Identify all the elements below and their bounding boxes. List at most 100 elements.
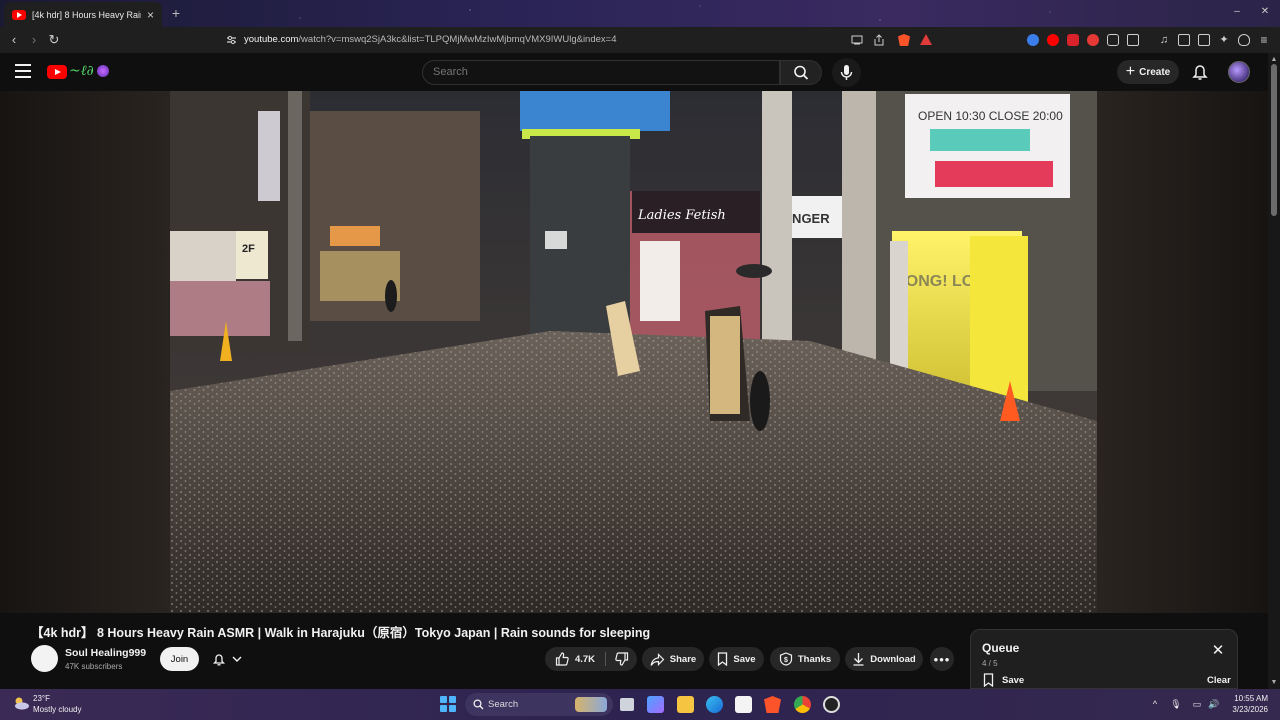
search-icon	[794, 65, 809, 80]
url-text: youtube.com/watch?v=mswq2SjA3kc&list=TLP…	[244, 34, 617, 45]
download-button[interactable]: Download	[845, 647, 923, 671]
channel-avatar[interactable]	[31, 645, 58, 672]
hours-sign-text: OPEN 10:30 CLOSE 20:00	[918, 109, 1063, 123]
youtube-logo[interactable]: ~ℓ∂	[47, 63, 109, 81]
file-explorer-icon[interactable]	[677, 696, 694, 713]
clock-date[interactable]: 3/23/2026	[1228, 705, 1268, 714]
video-frame: 2F Ladies Fetish LONGER OPEN 10:30 CLOSE…	[170, 91, 1097, 613]
account-avatar[interactable]	[1228, 61, 1250, 83]
extension-red-icon[interactable]	[1067, 34, 1079, 46]
video-title: 【4k hdr】 8 Hours Heavy Rain ASMR | Walk …	[31, 626, 651, 640]
download-icon	[853, 653, 864, 666]
edge-icon[interactable]	[706, 696, 723, 713]
brave-rewards-icon[interactable]	[920, 34, 932, 45]
queue-save-icon	[983, 673, 994, 687]
scroll-down-icon[interactable]: ▼	[1270, 679, 1278, 687]
copilot-icon[interactable]	[647, 696, 664, 713]
like-button[interactable]: 4.7K	[545, 647, 605, 671]
cast-icon[interactable]	[851, 35, 863, 45]
clock-time[interactable]: 10:55 AM	[1228, 694, 1268, 703]
screenshot-icon[interactable]	[1127, 34, 1139, 46]
save-button[interactable]: Save	[709, 647, 764, 671]
thanks-button[interactable]: $ Thanks	[770, 647, 840, 671]
windows-taskbar: 23°F Mostly cloudy Search ^ 🎙 ▭ 🔊 10:55 …	[0, 689, 1280, 720]
search-input[interactable]	[433, 66, 763, 78]
dislike-button[interactable]	[606, 647, 637, 671]
channel-name[interactable]: Soul Healing999	[65, 647, 146, 659]
address-bar[interactable]: youtube.com/watch?v=mswq2SjA3kc&list=TLP…	[194, 30, 940, 50]
wallet-icon[interactable]	[1198, 34, 1210, 46]
taskbar-search[interactable]: Search	[465, 693, 613, 716]
more-actions-button[interactable]: •••	[930, 647, 954, 671]
notifications-bell-icon[interactable]	[1190, 62, 1210, 82]
new-tab-button[interactable]: +	[168, 5, 184, 21]
youtube-favicon-icon	[12, 9, 26, 20]
youtube-header: ~ℓ∂ + Create	[0, 53, 1280, 91]
windows-start-icon[interactable]	[440, 696, 456, 712]
chrome-icon[interactable]	[794, 696, 811, 713]
tray-network-icon[interactable]: ▭	[1191, 698, 1203, 710]
search-box	[422, 60, 780, 85]
microphone-icon	[840, 65, 853, 80]
player-ambient-left	[0, 91, 170, 613]
guide-menu-icon[interactable]	[15, 64, 31, 78]
extension-translate-icon[interactable]	[1027, 34, 1039, 46]
minimize-icon[interactable]: –	[1230, 6, 1244, 20]
url-path: /watch?v=mswq2SjA3kc&list=TLPQMjMwMzIwMj…	[298, 34, 617, 45]
queue-close-icon[interactable]: ✕	[1211, 643, 1225, 658]
share-arrow-icon	[650, 652, 665, 666]
super-thanks-icon: $	[779, 652, 792, 666]
media-control-icon[interactable]: ♫	[1156, 32, 1172, 48]
microsoft-store-icon[interactable]	[735, 696, 752, 713]
leo-ai-icon[interactable]: ✦	[1216, 32, 1232, 48]
task-view-icon[interactable]	[620, 698, 634, 711]
taskbar-search-label: Search	[488, 699, 519, 710]
share-page-icon[interactable]	[873, 34, 885, 46]
reload-icon[interactable]: ↻	[46, 32, 62, 48]
voice-search-button[interactable]	[832, 58, 861, 87]
search-highlight-art	[575, 697, 607, 712]
create-label: Create	[1139, 66, 1171, 78]
tray-overflow-icon[interactable]: ^	[1149, 698, 1161, 710]
forward-icon[interactable]: ›	[26, 32, 42, 48]
share-button[interactable]: Share	[642, 647, 704, 671]
join-button[interactable]: Join	[160, 647, 199, 671]
site-settings-icon[interactable]	[226, 35, 237, 45]
player-ambient-right	[1097, 91, 1268, 613]
brave-shields-icon[interactable]	[898, 34, 910, 46]
chevron-down-icon	[232, 656, 242, 662]
extensions-puzzle-icon[interactable]	[1107, 34, 1119, 46]
obs-icon[interactable]	[823, 696, 840, 713]
shop-sign-text: Ladies Fetish	[637, 208, 726, 223]
scroll-up-icon[interactable]: ▲	[1270, 56, 1278, 64]
queue-position: 4 / 5	[982, 659, 998, 668]
back-icon[interactable]: ‹	[6, 32, 22, 48]
extension-recorder-icon[interactable]	[1087, 34, 1099, 46]
weather-cloudy-icon[interactable]	[12, 696, 30, 710]
tab-title: [4k hdr] 8 Hours Heavy Rain	[32, 9, 141, 20]
queue-save-button[interactable]: Save	[983, 673, 1024, 687]
floor-sign-text: 2F	[242, 243, 255, 255]
save-label: Save	[733, 653, 756, 665]
tray-volume-icon[interactable]: 🔊	[1208, 698, 1220, 710]
queue-save-label: Save	[1002, 674, 1025, 686]
page-scrollbar-thumb[interactable]	[1271, 64, 1277, 216]
weather-description: Mostly cloudy	[33, 705, 82, 714]
tab-close-icon[interactable]: ×	[147, 8, 154, 22]
create-button[interactable]: + Create	[1117, 60, 1179, 84]
queue-clear-button[interactable]: Clear	[1207, 675, 1231, 686]
sidebar-icon[interactable]	[1178, 34, 1190, 46]
like-count: 4.7K	[574, 653, 596, 665]
tray-mic-icon[interactable]: 🎙	[1170, 698, 1182, 710]
window-close-icon[interactable]: ✕	[1258, 6, 1272, 20]
subscription-notifications-button[interactable]	[208, 647, 254, 671]
browser-tab-youtube[interactable]: [4k hdr] 8 Hours Heavy Rain ×	[4, 2, 162, 27]
vpn-shield-icon[interactable]	[1238, 34, 1250, 46]
brave-taskbar-icon[interactable]	[764, 696, 781, 713]
browser-tab-strip: [4k hdr] 8 Hours Heavy Rain × + – ✕	[0, 0, 1280, 27]
video-player[interactable]: 2F Ladies Fetish LONGER OPEN 10:30 CLOSE…	[170, 91, 1097, 613]
doodle-orb-icon	[97, 65, 109, 77]
extension-youtube-icon[interactable]	[1047, 34, 1059, 46]
search-button[interactable]	[780, 60, 822, 85]
browser-menu-icon[interactable]: ≡	[1256, 32, 1272, 48]
